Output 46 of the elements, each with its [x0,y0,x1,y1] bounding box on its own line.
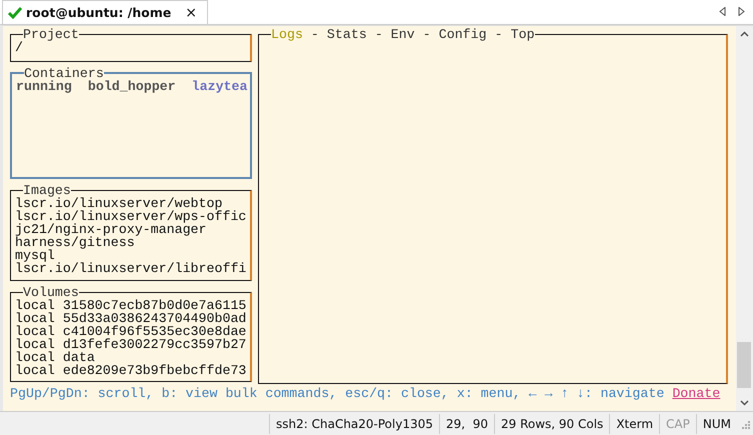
image-item[interactable]: lscr.io/linuxserver/libreoffi [15,262,250,276]
container-project: lazytea [192,80,248,93]
volume-item[interactable]: local data [15,350,250,364]
panel-title: Volumes [23,286,79,299]
panel-title: Project [23,28,79,41]
scroll-down-icon[interactable] [740,400,749,406]
container-name[interactable]: bold_hopper [88,80,176,93]
tab-separator: - [310,27,319,42]
volume-item[interactable]: local d13fefe3002279cc3597b27 [15,338,250,351]
panel-tab[interactable]: Stats [326,27,367,42]
tab-separator: - [494,27,503,42]
tab-separator: - [374,27,383,42]
status-segment: Xterm [609,414,660,434]
image-item[interactable]: jc21/nginx-proxy-manager [15,223,250,236]
terminal-tab[interactable]: root@ubuntu: /home × [2,0,208,24]
status-segment: NUM [696,414,737,434]
status-segment: ssh2: ChaCha20-Poly1305 [269,414,440,434]
tab-title: root@ubuntu: /home [26,5,172,20]
close-icon[interactable]: × [185,4,197,20]
image-item[interactable]: lscr.io/linuxserver/wps-offic [15,210,250,224]
image-item[interactable]: lscr.io/linuxserver/webtop [15,197,250,210]
status-segment: CAP [659,414,696,434]
scroll-right-icon[interactable] [738,7,745,16]
image-item[interactable]: mysql [15,249,250,262]
scroll-thumb[interactable] [737,342,751,388]
scroll-up-icon[interactable] [740,31,749,37]
resize-grip-icon[interactable] [740,418,750,429]
panel-title: Containers [24,66,104,80]
container-status: running [16,80,72,93]
volume-item[interactable]: local ede8209e73b9fbebcffde73 [15,364,250,377]
panel-title: Images [23,184,71,198]
panel-tab[interactable]: Top [510,27,535,42]
scroll-left-icon[interactable] [719,7,726,16]
status-segment: 29, 90 [439,414,494,434]
image-item[interactable]: harness/gitness [15,236,250,250]
tab-separator: - [422,27,431,42]
status-segment: 29 Rows, 90 Cols [494,414,610,434]
project-path: / [15,41,24,54]
volume-item[interactable]: local 55d33a0386243704490b0ad [15,312,250,325]
panel-tab[interactable]: Env [390,27,415,42]
volume-item[interactable]: local c41004f96f5535ec30e8dae [15,324,250,338]
donate-link[interactable]: Donate [672,387,720,400]
volume-item[interactable]: local 31580c7ecb87b0d0e7a6115 [15,298,250,312]
panel-tab[interactable]: Config [438,27,487,42]
checkmark-icon [8,6,22,18]
help-text: PgUp/PgDn: scroll, b: view bulk commands, esc/q: close, x: menu, ← → ↑ ↓: navigate [10,387,664,400]
